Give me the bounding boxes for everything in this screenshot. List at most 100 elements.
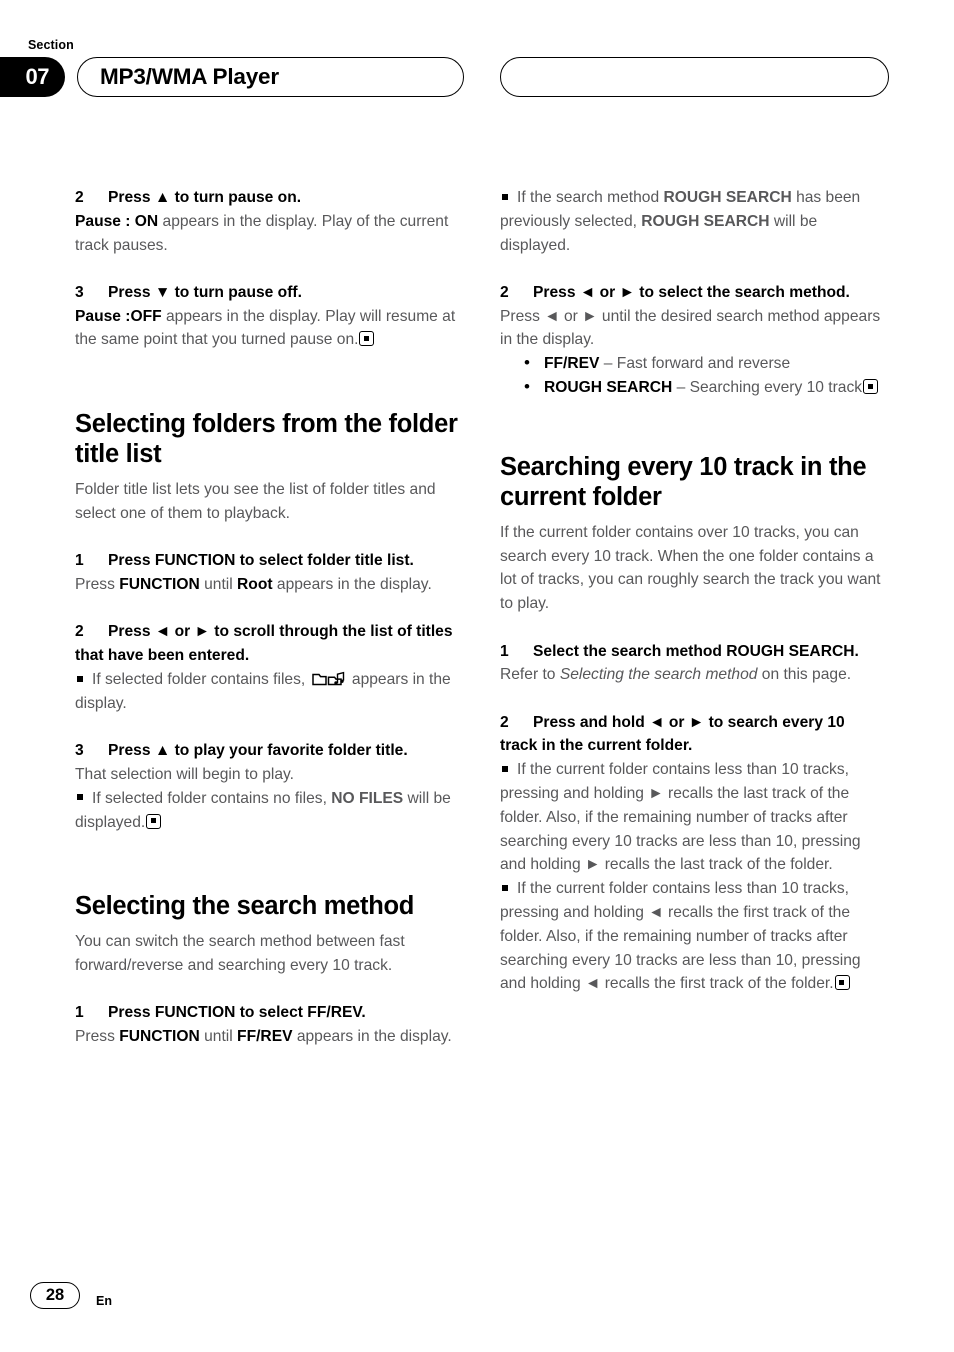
note-text-pre: If selected folder contains files, xyxy=(92,671,310,689)
display-value-pause-off: Pause :OFF xyxy=(75,307,162,325)
language-code: En xyxy=(96,1294,112,1308)
text-pre: Refer to xyxy=(500,666,560,684)
step-title: Press ▲ to play your favorite folder tit… xyxy=(108,742,408,760)
page-header: Section 07 MP3/WMA Player xyxy=(0,0,954,130)
note-rough-search-previously-selected: If the search method ROUGH SEARCH has be… xyxy=(500,186,886,257)
square-bullet-icon xyxy=(502,765,508,772)
end-of-section-icon xyxy=(863,379,879,395)
square-bullet-icon xyxy=(502,193,508,200)
text-mid: until xyxy=(199,576,238,594)
display-value-rough-search: ROUGH SEARCH xyxy=(663,189,792,206)
note-text: If the current folder contains less than… xyxy=(500,880,861,993)
square-bullet-icon xyxy=(77,675,83,682)
step-heading-scroll-titles: 2 Press ◄ or ► to scroll through the list… xyxy=(75,620,461,668)
option-description: Searching every 10 track xyxy=(689,379,863,397)
button-name-function: FUNCTION xyxy=(119,576,200,594)
step-body-folder-title-list: Press FUNCTION until Root appears in the… xyxy=(75,573,461,597)
chapter-title-pill: MP3/WMA Player xyxy=(77,57,464,97)
text-post: appears in the display. xyxy=(272,576,432,594)
page-footer: 28 En xyxy=(0,1282,954,1332)
left-column: 2 Press ▲ to turn pause on. Pause : ON ap… xyxy=(75,186,461,1049)
note-less-than-10-reverse: If the current folder contains less than… xyxy=(500,877,886,996)
intro-selecting-folders: Folder title list lets you see the list … xyxy=(75,481,436,523)
step-title: Press ◄ or ► to select the search method… xyxy=(533,283,850,301)
chapter-title-pill-right xyxy=(500,57,889,97)
display-value-pause-on: Pause : ON xyxy=(75,212,159,230)
intro-search-method: You can switch the search method between… xyxy=(75,933,405,975)
text-pre: Press xyxy=(75,576,120,594)
heading-searching-every-10-track: Searching every 10 track in the current … xyxy=(500,452,867,511)
option-dash: – xyxy=(599,355,617,373)
step-body-select-search-method: Press ◄ or ► until the desired search me… xyxy=(500,307,881,349)
option-dash: – xyxy=(672,379,690,397)
step-title: Press FUNCTION to select folder title li… xyxy=(108,552,414,570)
page-number: 28 xyxy=(45,1286,65,1304)
step-number: 2 xyxy=(500,283,509,301)
step-body-pause-on: Pause : ON appears in the display. Play … xyxy=(75,210,461,258)
display-value-ffrev: FF/REV xyxy=(237,1028,293,1046)
step-number: 1 xyxy=(75,1004,84,1022)
step-heading-pause-off: 3 Press ▼ to turn pause off. xyxy=(75,281,461,305)
step-number: 3 xyxy=(75,283,84,301)
note-text-pre: If the search method xyxy=(517,189,664,206)
display-value-rough-search-2: ROUGH SEARCH xyxy=(641,212,770,230)
note-text: If the current folder contains less than… xyxy=(500,761,861,874)
end-of-section-icon xyxy=(146,813,162,829)
heading-selecting-search-method: Selecting the search method xyxy=(75,892,415,921)
cross-reference-link[interactable]: Selecting the search method xyxy=(560,666,758,683)
option-label: ROUGH SEARCH xyxy=(544,379,673,397)
step-body-play-favorite: That selection will begin to play. xyxy=(75,765,295,783)
step-title: Select the search method ROUGH SEARCH. xyxy=(533,642,859,660)
right-column: If the search method ROUGH SEARCH has be… xyxy=(500,186,886,996)
square-bullet-icon xyxy=(77,794,83,801)
note-text-pre: If selected folder contains no files, xyxy=(92,789,332,807)
step-title: Press FUNCTION to select FF/REV. xyxy=(108,1004,366,1022)
step-number: 3 xyxy=(75,742,84,760)
option-label: FF/REV xyxy=(544,355,600,373)
display-value-no-files: NO FILES xyxy=(331,789,404,807)
intro-searching-every-10-track: If the current folder contains over 10 t… xyxy=(500,523,881,613)
step-number: 2 xyxy=(75,189,84,206)
step-number: 2 xyxy=(75,623,84,641)
step-body-pause-off: Pause :OFF appears in the display. Play … xyxy=(75,305,461,353)
step-heading-select-search-method: 2 Press ◄ or ► to select the search metho… xyxy=(500,281,886,305)
text-mid: until xyxy=(199,1028,238,1046)
step-title: Press and hold ◄ or ► to search every 10… xyxy=(500,713,845,755)
step-title: Press ▼ to turn pause off. xyxy=(108,283,302,301)
section-label: Section xyxy=(28,38,74,52)
end-of-section-icon xyxy=(359,331,375,347)
section-number: 07 xyxy=(25,64,50,89)
list-item: ROUGH SEARCH – Searching every 10 track xyxy=(500,375,886,400)
end-of-section-icon xyxy=(834,975,850,991)
page-number-badge: 28 xyxy=(30,1282,80,1309)
step-number: 1 xyxy=(500,642,509,660)
step-heading-pause-on: 2 Press ▲ to turn pause on. xyxy=(75,186,461,210)
button-name-function: FUNCTION xyxy=(119,1028,200,1046)
chapter-title: MP3/WMA Player xyxy=(100,64,279,89)
step-heading-select-ffrev: 1 Press FUNCTION to select FF/REV. xyxy=(75,1001,461,1025)
note-less-than-10-forward: If the current folder contains less than… xyxy=(500,758,886,877)
text-post: appears in the display. xyxy=(292,1028,452,1046)
step-body-select-rough-search: Refer to Selecting the search method on … xyxy=(500,663,886,687)
note-no-files: If selected folder contains no files, NO… xyxy=(75,787,461,835)
folder-music-icon xyxy=(311,670,346,686)
text-post: on this page. xyxy=(757,666,852,684)
step-heading-press-and-hold: 2 Press and hold ◄ or ► to search every 1… xyxy=(500,711,886,759)
step-body-select-ffrev: Press FUNCTION until FF/REV appears in t… xyxy=(75,1025,461,1049)
step-number: 2 xyxy=(500,713,509,731)
step-title: Press ▲ to turn pause on. xyxy=(108,189,302,206)
